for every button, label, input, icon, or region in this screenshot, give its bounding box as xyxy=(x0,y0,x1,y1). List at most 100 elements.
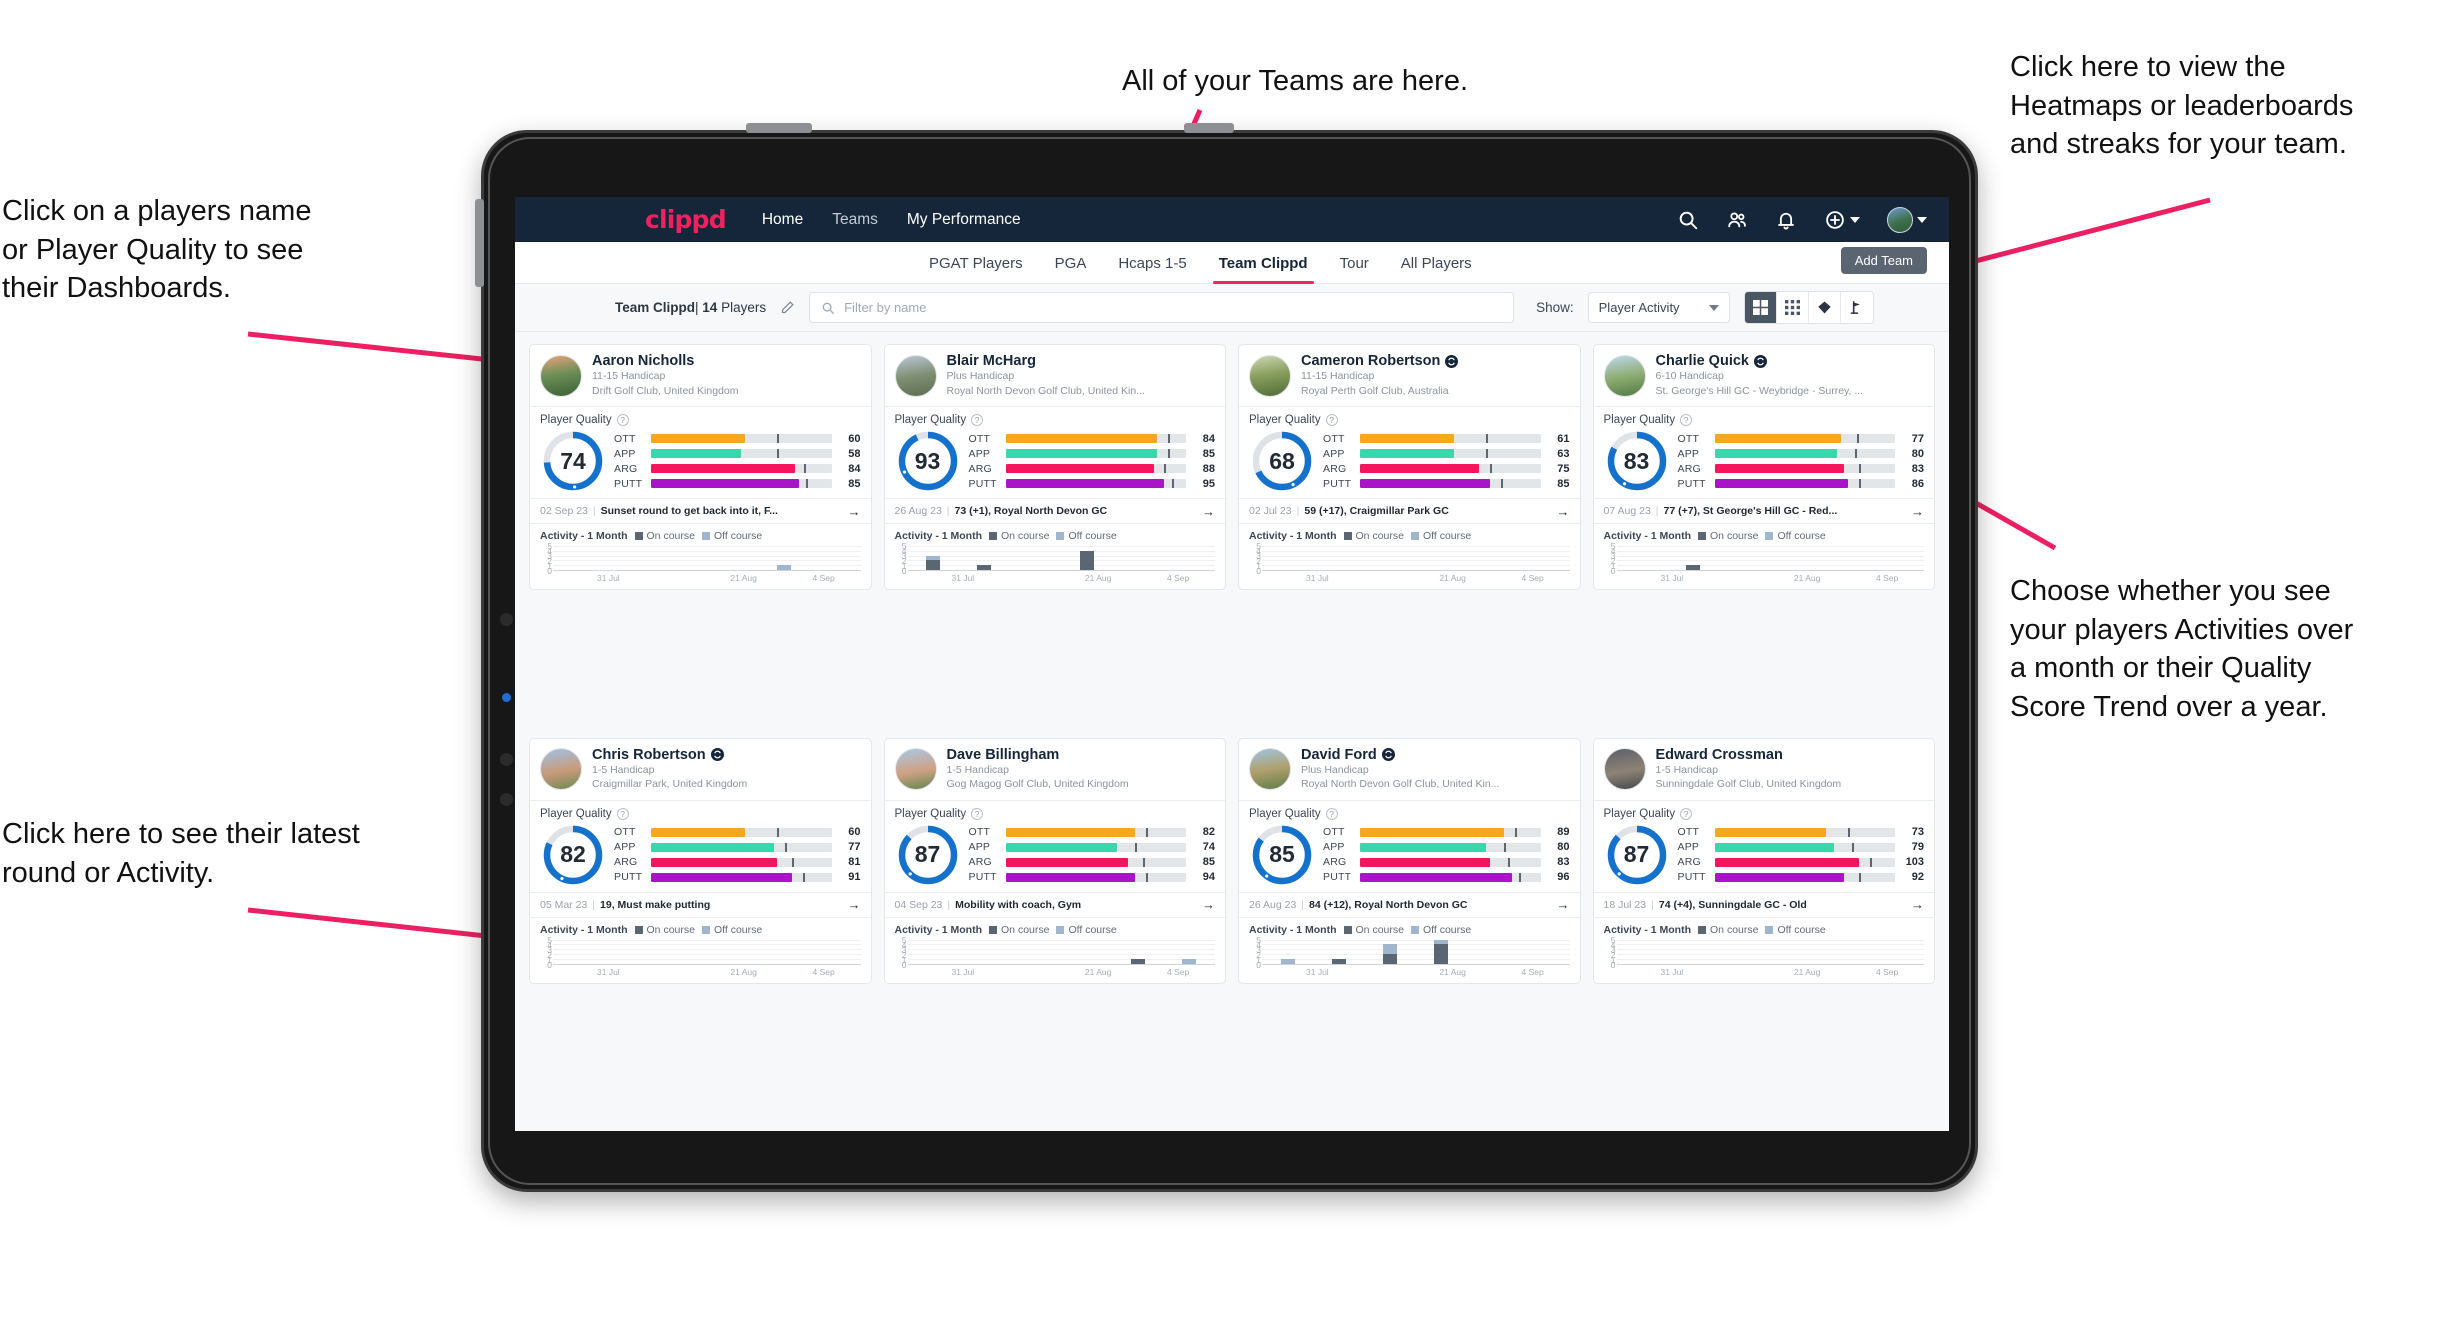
tab-all-players[interactable]: All Players xyxy=(1385,242,1488,284)
metric-label: APP xyxy=(968,841,991,853)
metric-fill xyxy=(1360,857,1490,867)
add-team-button[interactable]: Add Team xyxy=(1840,247,1927,274)
help-icon[interactable]: ? xyxy=(1325,414,1338,426)
grid-small-view-button[interactable] xyxy=(1777,292,1809,323)
tab-tour[interactable]: Tour xyxy=(1324,242,1385,284)
bell-icon[interactable] xyxy=(1775,209,1797,231)
player-card[interactable]: Aaron Nicholls 11-15 Handicap Drift Golf… xyxy=(529,344,872,590)
player-name[interactable]: Aaron Nicholls xyxy=(592,353,738,369)
search-input[interactable]: Filter by name xyxy=(809,292,1515,323)
x-tick-label: 21 Aug xyxy=(730,966,757,977)
player-card[interactable]: Dave Billingham 1-5 Handicap Gog Magog G… xyxy=(883,737,1226,984)
player-name[interactable]: Blair McHarg xyxy=(947,353,1145,369)
tab-team-clippd[interactable]: Team Clippd xyxy=(1203,242,1324,284)
leaderboard-view-button[interactable] xyxy=(1841,292,1873,323)
account-menu[interactable] xyxy=(1887,206,1927,233)
show-select[interactable]: Player Activity xyxy=(1587,292,1730,323)
player-card-header[interactable]: Cameron Robertson 11-15 Handicap Royal P… xyxy=(1239,345,1580,407)
player-quality-donut[interactable]: 74 xyxy=(540,428,606,494)
metric-track xyxy=(1005,464,1186,473)
nav-my-performance[interactable]: My Performance xyxy=(907,211,1021,229)
player-quality-donut[interactable]: 87 xyxy=(895,822,961,888)
player-card[interactable]: Cameron Robertson 11-15 Handicap Royal P… xyxy=(1238,344,1581,590)
tab-pga[interactable]: PGA xyxy=(1039,242,1103,284)
player-quality-donut[interactable]: 83 xyxy=(1604,428,1670,494)
arrow-right-icon[interactable]: → xyxy=(1911,505,1924,518)
player-card-header[interactable]: Chris Robertson 1-5 Handicap Craigmillar… xyxy=(530,739,871,801)
player-name[interactable]: David Ford xyxy=(1301,747,1499,763)
player-card[interactable]: Edward Crossman 1-5 Handicap Sunningdale… xyxy=(1592,737,1935,984)
metric-label: PUTT xyxy=(968,871,997,883)
latest-round-row[interactable]: 26 Aug 23 | 84 (+12), Royal North Devon … xyxy=(1239,891,1580,918)
x-tick-label: 31 Jul xyxy=(951,966,975,977)
avatar[interactable] xyxy=(1887,206,1913,233)
metric-label: ARG xyxy=(968,462,992,475)
player-club: Sunningdale Golf Club, United Kingdom xyxy=(1655,778,1842,790)
latest-round-row[interactable]: 07 Aug 23 | 77 (+7), St George's Hill GC… xyxy=(1593,498,1934,524)
player-quality-donut[interactable]: 68 xyxy=(1249,428,1315,494)
arrow-right-icon[interactable]: → xyxy=(848,898,861,911)
add-menu[interactable] xyxy=(1824,209,1860,231)
activity-section: Activity - 1 Month On course Off course … xyxy=(885,524,1226,589)
metric-row: PUTT 85 xyxy=(1323,478,1570,490)
nav-teams[interactable]: Teams xyxy=(832,211,878,229)
player-quality-donut[interactable]: 87 xyxy=(1604,822,1670,888)
latest-round-row[interactable]: 26 Aug 23 | 73 (+1), Royal North Devon G… xyxy=(884,498,1225,524)
activity-plot xyxy=(1616,939,1924,965)
help-icon[interactable]: ? xyxy=(971,414,984,426)
player-name[interactable]: Charlie Quick xyxy=(1656,353,1864,369)
grid-large-view-button[interactable] xyxy=(1744,292,1777,323)
player-card[interactable]: Blair McHarg Plus Handicap Royal North D… xyxy=(883,344,1226,590)
player-card-header[interactable]: Edward Crossman 1-5 Handicap Sunningdale… xyxy=(1593,739,1934,801)
player-card[interactable]: Charlie Quick 6-10 Handicap St. George's… xyxy=(1592,344,1935,590)
player-name[interactable]: Chris Robertson xyxy=(592,747,747,763)
latest-round-row[interactable]: 02 Jul 23 | 59 (+17), Craigmillar Park G… xyxy=(1239,498,1580,524)
player-quality-donut[interactable]: 82 xyxy=(540,822,606,888)
player-quality-section: Player Quality ? 83 OTT 77 APP 80 ARG 83… xyxy=(1594,407,1935,498)
metric-row: OTT 60 xyxy=(614,826,861,838)
arrow-right-icon[interactable]: → xyxy=(1911,898,1924,911)
player-card[interactable]: Chris Robertson 1-5 Handicap Craigmillar… xyxy=(529,737,872,984)
player-quality-donut[interactable]: 85 xyxy=(1249,822,1315,888)
player-card-header[interactable]: Charlie Quick 6-10 Handicap St. George's… xyxy=(1593,345,1934,407)
player-card[interactable]: David Ford Plus Handicap Royal North Dev… xyxy=(1238,737,1581,984)
player-name[interactable]: Dave Billingham xyxy=(947,747,1129,763)
player-name[interactable]: Cameron Robertson xyxy=(1301,353,1459,369)
help-icon[interactable]: ? xyxy=(1680,807,1693,820)
arrow-right-icon[interactable]: → xyxy=(848,505,861,518)
arrow-right-icon[interactable]: → xyxy=(1557,505,1570,518)
metric-track xyxy=(651,842,832,852)
verified-badge-icon xyxy=(710,748,724,762)
player-card-header[interactable]: David Ford Plus Handicap Royal North Dev… xyxy=(1239,739,1580,801)
arrow-right-icon[interactable]: → xyxy=(1202,898,1215,911)
arrow-right-icon[interactable]: → xyxy=(1202,505,1215,518)
player-card-header[interactable]: Dave Billingham 1-5 Handicap Gog Magog G… xyxy=(884,739,1225,801)
help-icon[interactable]: ? xyxy=(616,414,629,426)
player-card-header[interactable]: Aaron Nicholls 11-15 Handicap Drift Golf… xyxy=(530,345,871,407)
help-icon[interactable]: ? xyxy=(1325,807,1338,820)
metric-row: OTT 60 xyxy=(614,433,861,445)
help-icon[interactable]: ? xyxy=(1680,414,1693,426)
help-icon[interactable]: ? xyxy=(616,807,629,820)
latest-round-row[interactable]: 18 Jul 23 | 74 (+4), Sunningdale GC - Ol… xyxy=(1593,891,1934,918)
tab-hcaps-1-5[interactable]: Hcaps 1-5 xyxy=(1102,242,1202,284)
arrow-right-icon[interactable]: → xyxy=(1557,898,1570,911)
heatmap-view-button[interactable] xyxy=(1809,292,1841,323)
metric-value: 84 xyxy=(1202,432,1215,445)
latest-round-row[interactable]: 04 Sep 23 | Mobility with coach, Gym → xyxy=(884,891,1225,918)
help-icon[interactable]: ? xyxy=(971,807,984,820)
search-icon[interactable] xyxy=(1677,209,1699,231)
player-card-header[interactable]: Blair McHarg Plus Handicap Royal North D… xyxy=(884,345,1225,407)
clippd-logo[interactable]: clippd xyxy=(645,205,727,234)
tab-pgat-players[interactable]: PGAT Players xyxy=(913,242,1039,284)
player-quality-donut[interactable]: 93 xyxy=(895,428,961,494)
latest-round-row[interactable]: 05 Mar 23 | 19, Must make putting → xyxy=(530,891,871,918)
edit-team-icon[interactable] xyxy=(780,300,795,315)
nav-home[interactable]: Home xyxy=(762,211,803,229)
player-quality-section: Player Quality ? 82 OTT 60 APP 77 ARG 81… xyxy=(530,801,871,892)
people-icon[interactable] xyxy=(1726,209,1748,231)
player-name[interactable]: Edward Crossman xyxy=(1656,747,1842,763)
plus-circle-icon[interactable] xyxy=(1824,209,1846,231)
latest-round-row[interactable]: 02 Sep 23 | Sunset round to get back int… xyxy=(530,498,871,524)
player-club: Drift Golf Club, United Kingdom xyxy=(592,384,739,397)
